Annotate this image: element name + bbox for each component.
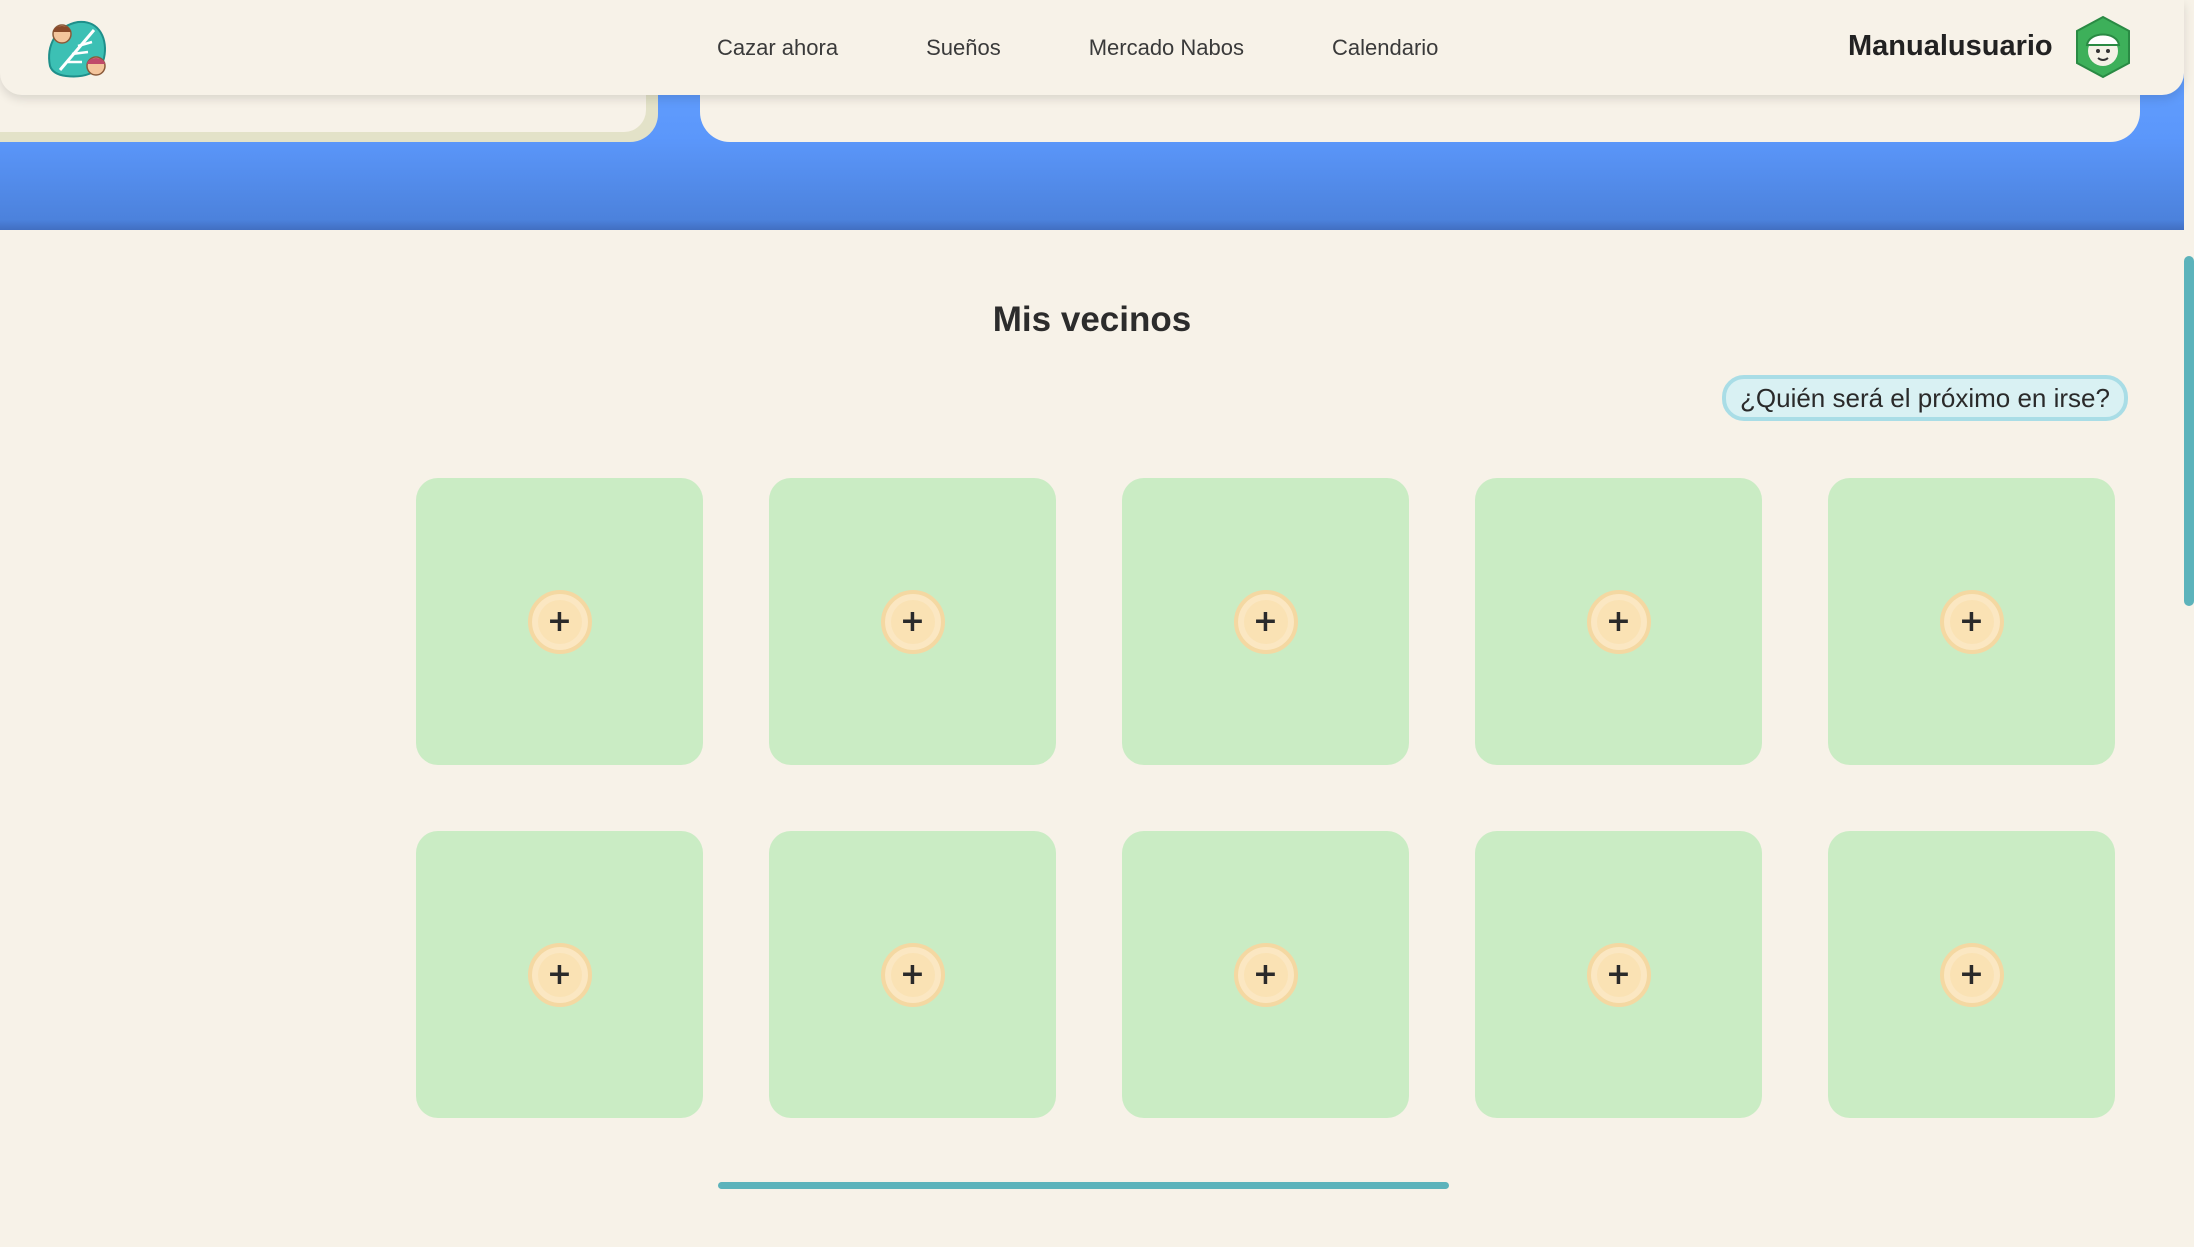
neighbor-slot[interactable]: + — [1122, 478, 1409, 765]
horizontal-scrollbar[interactable] — [718, 1182, 1449, 1189]
neighbor-slot[interactable]: + — [769, 478, 1056, 765]
top-navbar: Cazar ahora Sueños Mercado Nabos Calenda… — [0, 0, 2184, 95]
add-neighbor-button[interactable]: + — [527, 589, 592, 654]
neighbor-slot[interactable]: + — [769, 831, 1056, 1118]
neighbor-slot[interactable]: + — [416, 831, 703, 1118]
neighbor-slot[interactable]: + — [1475, 831, 1762, 1118]
next-to-leave-button[interactable]: ¿Quién será el próximo en irse? — [1722, 375, 2128, 421]
add-neighbor-button[interactable]: + — [1233, 942, 1298, 1007]
leaf-logo-icon[interactable] — [42, 16, 114, 80]
vertical-scrollbar-thumb[interactable] — [2184, 256, 2194, 606]
add-neighbor-button[interactable]: + — [527, 942, 592, 1007]
neighbor-slot[interactable]: + — [1475, 478, 1762, 765]
neighbor-slot[interactable]: + — [1122, 831, 1409, 1118]
villager-avatar-icon[interactable] — [2071, 15, 2135, 79]
nav-links: Cazar ahora Sueños Mercado Nabos Calenda… — [717, 0, 1438, 95]
page-title: Mis vecinos — [992, 300, 1192, 339]
neighbor-grid: + + + + + + + + + + — [416, 478, 2115, 1118]
nav-link-mercado-nabos[interactable]: Mercado Nabos — [1089, 35, 1244, 61]
add-neighbor-button[interactable]: + — [1939, 589, 2004, 654]
neighbor-slot[interactable]: + — [1828, 831, 2115, 1118]
nav-link-suenos[interactable]: Sueños — [926, 35, 1001, 61]
add-neighbor-button[interactable]: + — [880, 589, 945, 654]
nav-link-cazar-ahora[interactable]: Cazar ahora — [717, 35, 838, 61]
username[interactable]: Manualusuario — [1848, 0, 2053, 95]
add-neighbor-button[interactable]: + — [880, 942, 945, 1007]
add-neighbor-button[interactable]: + — [1939, 942, 2004, 1007]
neighbor-slot[interactable]: + — [1828, 478, 2115, 765]
nav-link-calendario[interactable]: Calendario — [1332, 35, 1438, 61]
add-neighbor-button[interactable]: + — [1586, 942, 1651, 1007]
add-neighbor-button[interactable]: + — [1233, 589, 1298, 654]
add-neighbor-button[interactable]: + — [1586, 589, 1651, 654]
neighbor-slot[interactable]: + — [416, 478, 703, 765]
